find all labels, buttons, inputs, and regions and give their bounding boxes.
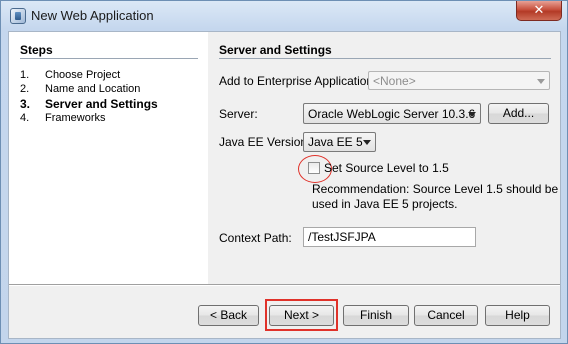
javaee-version-label: Java EE Version: (219, 135, 311, 149)
chevron-down-icon (468, 112, 476, 117)
panel-divider (219, 58, 551, 59)
window-title: New Web Application (31, 8, 154, 23)
step-number: 3. (20, 97, 31, 111)
source-level-label[interactable]: Set Source Level to 1.5 (324, 161, 449, 175)
enterprise-app-select[interactable]: <None> (368, 71, 550, 90)
enterprise-app-label: Add to Enterprise Application: (219, 74, 377, 88)
javaee-version-select[interactable]: Java EE 5 (303, 132, 376, 152)
back-button[interactable]: < Back (198, 305, 259, 326)
chevron-down-icon (363, 140, 371, 145)
close-button[interactable]: ✕ (516, 1, 562, 21)
step-item-name-and-location: 2. Name and Location (20, 83, 140, 97)
server-value: Oracle WebLogic Server 10.3.6 (308, 107, 476, 121)
next-button[interactable]: Next > (269, 305, 334, 326)
server-label: Server: (219, 107, 258, 121)
step-item-choose-project: 1. Choose Project (20, 69, 120, 83)
steps-title: Steps (20, 43, 53, 57)
recommendation-text-line1: Recommendation: Source Level 1.5 should … (312, 182, 559, 196)
context-path-label: Context Path: (219, 231, 292, 245)
step-item-frameworks: 4. Frameworks (20, 112, 106, 126)
recommendation-text-line2: used in Java EE 5 projects. (312, 197, 458, 211)
title-bar: New Web Application ✕ (1, 1, 567, 31)
dialog-window: New Web Application ✕ Steps 1. Choose Pro… (0, 0, 568, 344)
steps-divider (20, 58, 198, 59)
server-select[interactable]: Oracle WebLogic Server 10.3.6 (303, 103, 481, 124)
steps-panel: Steps 1. Choose Project 2. Name and Locati… (9, 32, 208, 284)
step-number: 1. (20, 69, 30, 81)
enterprise-app-value: <None> (373, 74, 416, 88)
step-number: 4. (20, 112, 30, 124)
step-label: Frameworks (45, 112, 106, 124)
javaee-version-value: Java EE 5 (308, 135, 363, 149)
application-icon (10, 8, 26, 24)
context-path-input[interactable]: /TestJSFJPA (303, 227, 476, 247)
help-button[interactable]: Help (485, 305, 550, 326)
step-label: Choose Project (45, 69, 121, 81)
context-path-value: /TestJSFJPA (308, 230, 376, 244)
chevron-down-icon (537, 79, 545, 84)
panel-title: Server and Settings (219, 43, 332, 57)
step-number: 2. (20, 83, 30, 95)
settings-panel: Server and Settings Add to Enterprise Ap… (209, 32, 560, 284)
step-label: Server and Settings (45, 97, 158, 111)
button-bar-divider-highlight (9, 285, 560, 286)
add-server-button[interactable]: Add... (488, 103, 549, 124)
cancel-button[interactable]: Cancel (414, 305, 478, 326)
dialog-content: Steps 1. Choose Project 2. Name and Locati… (8, 31, 561, 339)
finish-button[interactable]: Finish (343, 305, 409, 326)
step-label: Name and Location (45, 83, 141, 95)
source-level-checkbox[interactable] (308, 162, 320, 174)
step-item-server-and-settings: 3. Server and Settings (20, 97, 158, 111)
